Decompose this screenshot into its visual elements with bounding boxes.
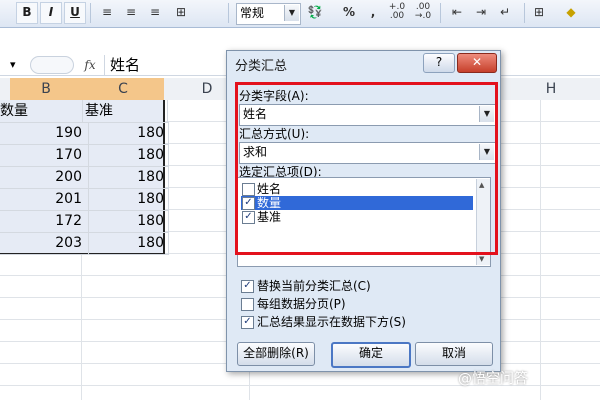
table-cell[interactable]: 201 (0, 188, 89, 211)
align-right-icon[interactable]: ≡ (146, 3, 164, 21)
table-cell[interactable]: 172 (0, 210, 89, 233)
toolbar-divider (90, 3, 91, 23)
column-header-h[interactable]: H (500, 78, 600, 100)
decrease-decimal-button[interactable]: .00 →.0 (414, 3, 432, 21)
table-cell[interactable]: 180 (82, 188, 169, 211)
table-cell[interactable]: 180 (82, 144, 169, 167)
align-center-icon[interactable]: ≡ (122, 3, 140, 21)
currency-icon[interactable]: 💱 (306, 3, 324, 21)
bold-button[interactable]: B (16, 2, 38, 24)
remove-all-button[interactable]: 全部删除(R) (237, 342, 315, 366)
borders-icon[interactable]: ⊞ (530, 3, 548, 21)
decrease-indent-icon[interactable]: ⇤ (448, 3, 466, 21)
insert-function-icon[interactable]: fx (80, 55, 100, 75)
percent-button[interactable]: % (340, 3, 358, 21)
fill-color-icon[interactable]: ◆ (562, 3, 580, 21)
table-cell[interactable]: 200 (0, 166, 89, 189)
checkbox[interactable] (241, 298, 254, 311)
increase-indent-icon[interactable]: ⇥ (472, 3, 490, 21)
toolbar-divider (524, 3, 525, 23)
header-cell-baseline[interactable]: 基准 (82, 100, 168, 123)
column-header-c[interactable]: C (82, 78, 165, 100)
namebox-dropdown[interactable]: ▾ (0, 56, 26, 74)
scroll-down-icon[interactable]: ▼ (479, 255, 484, 263)
table-cell[interactable]: 180 (82, 166, 169, 189)
watermark: @悟空问答 (458, 371, 528, 387)
highlight-box (235, 82, 498, 255)
underline-button[interactable]: U (64, 2, 86, 24)
italic-button[interactable]: I (40, 2, 62, 24)
formula-divider (104, 55, 105, 75)
ok-button[interactable]: 确定 (331, 342, 411, 368)
selected-range[interactable]: 数量 基准 190 180 170 180 200 180 201 180 17… (0, 100, 169, 255)
table-cell[interactable]: 190 (0, 122, 89, 145)
chevron-down-icon: ▼ (284, 5, 299, 21)
wrap-text-icon[interactable]: ↵ (496, 3, 514, 21)
formula-bar-controls (30, 56, 74, 74)
table-cell[interactable]: 180 (82, 210, 169, 233)
table-cell[interactable]: 203 (0, 232, 89, 255)
close-button[interactable]: ✕ (457, 53, 497, 73)
dialog-title: 分类汇总 (235, 59, 288, 74)
toolbar-divider (228, 3, 229, 23)
table-cell[interactable]: 180 (82, 122, 169, 145)
table-cell[interactable]: 180 (82, 232, 169, 255)
align-left-icon[interactable]: ≡ (98, 3, 116, 21)
option-label: 替换当前分类汇总(C) (257, 279, 371, 293)
increase-decimal-button[interactable]: +.0 .00 (388, 3, 406, 21)
help-button[interactable]: ? (423, 53, 455, 73)
option-label: 汇总结果显示在数据下方(S) (257, 315, 406, 329)
option-label: 每组数据分页(P) (257, 297, 346, 311)
column-header-b[interactable]: B (10, 78, 83, 100)
merge-center-icon[interactable]: ⊞ (172, 3, 190, 21)
checkbox-checked[interactable]: ✓ (241, 316, 254, 329)
formula-input[interactable]: 姓名 (110, 55, 140, 75)
table-cell[interactable]: 170 (0, 144, 89, 167)
checkbox-checked[interactable]: ✓ (241, 280, 254, 293)
number-format-select[interactable]: 常规 ▼ (236, 3, 301, 25)
ribbon-toolbar: B I U ≡ ≡ ≡ ⊞ 常规 ▼ 💱 % , +.0 .00 .00 →.0… (0, 0, 600, 28)
cancel-button[interactable]: 取消 (415, 342, 493, 366)
number-format-value: 常规 (240, 6, 265, 20)
header-cell-quantity[interactable]: 数量 (0, 100, 83, 123)
toolbar-divider (440, 3, 441, 23)
comma-button[interactable]: , (364, 3, 382, 21)
